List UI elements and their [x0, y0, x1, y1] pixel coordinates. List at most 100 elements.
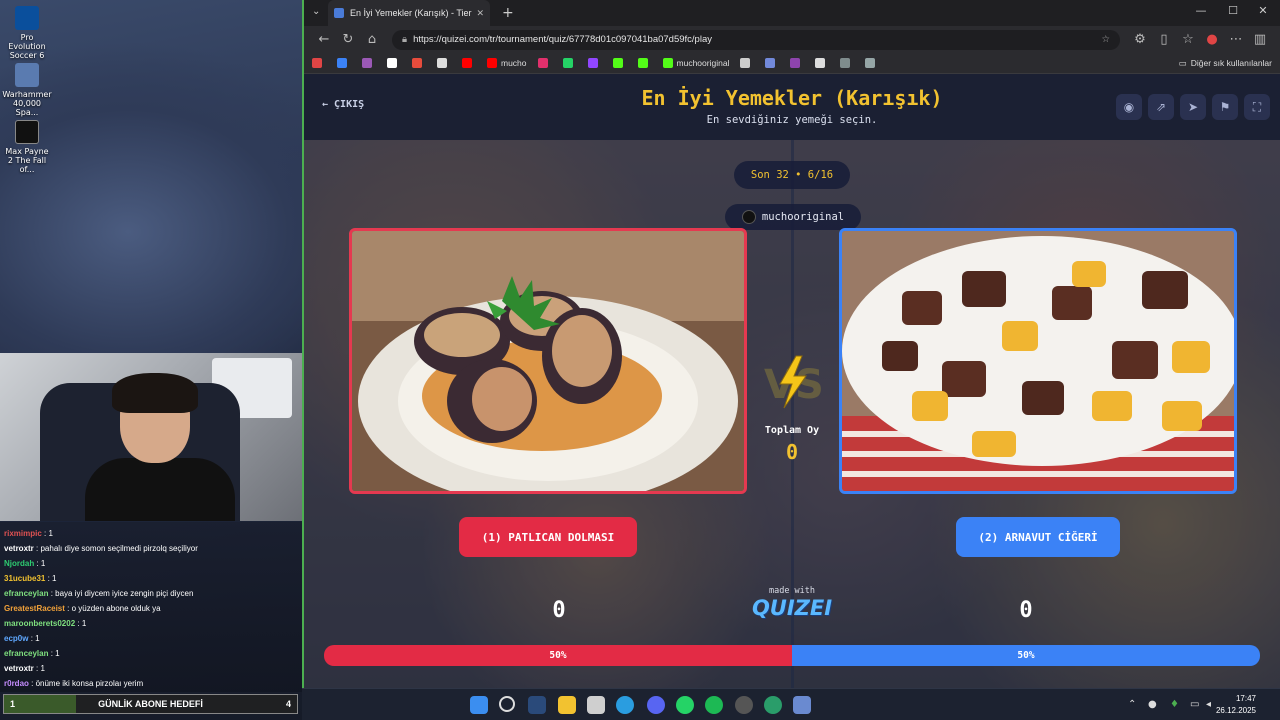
chat-text: : 1: [36, 664, 45, 673]
bookmark-item[interactable]: [765, 58, 779, 68]
bookmark-item[interactable]: [740, 58, 754, 68]
bookmark-item[interactable]: [587, 58, 602, 68]
store-icon[interactable]: [587, 696, 605, 714]
url-text: https://quizei.com/tr/tournament/quiz/67…: [413, 34, 712, 45]
discord-icon[interactable]: [647, 696, 665, 714]
send-button[interactable]: ➤: [1180, 94, 1206, 120]
share-button[interactable]: ⇗: [1148, 94, 1174, 120]
chat-username: 31ucube31: [4, 574, 46, 583]
file-explorer-icon[interactable]: [558, 696, 576, 714]
spotify-icon[interactable]: [705, 696, 723, 714]
youtube-icon: [487, 58, 497, 68]
start-windows-icon[interactable]: [470, 696, 488, 714]
kick-icon: [637, 58, 648, 68]
volume-icon[interactable]: ◂: [1206, 699, 1211, 710]
quizei-favicon-icon: [334, 8, 344, 18]
favorites-icon[interactable]: ☆: [1176, 32, 1200, 47]
more-menu-icon[interactable]: ⋯: [1224, 32, 1248, 47]
steam-icon[interactable]: [528, 696, 546, 714]
stream-chat: rixmimpic : 1 vetroxtr : pahalı diye som…: [0, 522, 302, 692]
quizei-logo[interactable]: QUIZEI: [742, 596, 842, 620]
shield-icon: [865, 58, 876, 68]
network-icon[interactable]: ▭: [1190, 699, 1199, 710]
folder-icon: ▭: [1178, 57, 1187, 68]
obs-icon[interactable]: [735, 696, 753, 714]
bookmark-item[interactable]: [412, 58, 426, 68]
tab-list-chevron-icon[interactable]: ⌄: [312, 6, 320, 17]
system-clock[interactable]: 17:47 26.12.2025: [1216, 693, 1256, 717]
desktop-shortcut-label: Max Payne 2 The Fall of...: [5, 147, 49, 174]
microphone-icon[interactable]: ♦: [1170, 699, 1179, 710]
bookmark-item[interactable]: [612, 58, 627, 68]
chat-message: r0rdao : önüme iki konsa pirzolaı yerim: [4, 676, 298, 691]
bookmark-label: mucho: [501, 58, 527, 68]
other-bookmarks-folder[interactable]: ▭ Diğer sık kullanılanlar: [1179, 58, 1272, 69]
whatsapp-icon[interactable]: [676, 696, 694, 714]
app-icon[interactable]: [764, 696, 782, 714]
bookmark-item[interactable]: muchooriginal: [662, 58, 730, 68]
url-field[interactable]: 🔒︎ https://quizei.com/tr/tournament/quiz…: [392, 29, 1120, 50]
choice-image-left[interactable]: [349, 228, 747, 494]
bookmark-item[interactable]: mucho: [487, 58, 527, 68]
desktop-shortcut-label: Warhammer 40,000 Spa...: [2, 90, 52, 117]
bookmark-item[interactable]: [840, 58, 854, 68]
bookmark-icon: [740, 58, 751, 68]
profile-avatar-icon[interactable]: ●: [1200, 32, 1224, 47]
home-icon[interactable]: ⌂: [360, 32, 384, 47]
fullscreen-button[interactable]: ⛶: [1244, 94, 1270, 120]
warhammer-icon: [15, 63, 39, 87]
chat-message: GreatestRaceist : o yüzden abone olduk y…: [4, 601, 298, 616]
new-tab-button[interactable]: +: [502, 5, 514, 21]
tab-close-icon[interactable]: ✕: [476, 8, 484, 19]
vote-split-right: 50%: [792, 645, 1260, 666]
desktop-shortcut-warhammer[interactable]: Warhammer 40,000 Spa...: [2, 63, 52, 117]
bookmark-item[interactable]: [437, 58, 451, 68]
webcam-streamer-body: [85, 458, 235, 521]
creator-badge[interactable]: muchooriginal: [725, 204, 861, 230]
eye-icon: ◉: [1123, 100, 1135, 114]
split-screen-icon[interactable]: ▯: [1152, 32, 1176, 47]
desktop-shortcut-maxpayne2[interactable]: Max Payne 2 The Fall of...: [2, 120, 52, 174]
choice-image-right[interactable]: [839, 228, 1237, 494]
bookmark-item[interactable]: [462, 58, 476, 68]
view-button[interactable]: ◉: [1116, 94, 1142, 120]
close-window-button[interactable]: ✕: [1248, 4, 1278, 17]
report-button[interactable]: ⚑: [1212, 94, 1238, 120]
favorite-star-icon[interactable]: ☆: [1101, 34, 1110, 45]
choose-right-button[interactable]: (2) ARNAVUT CİĞERİ: [956, 517, 1120, 557]
bookmark-item[interactable]: [337, 58, 351, 68]
chat-message: ecp0w : 1: [4, 631, 298, 646]
choose-left-button[interactable]: (1) PATLICAN DOLMASI: [459, 517, 637, 557]
kick-icon: [662, 58, 673, 68]
back-arrow-icon[interactable]: ←: [312, 32, 336, 47]
chat-text: : pahalı diye somon seçilmedi pirzolq se…: [36, 544, 198, 553]
bookmark-item[interactable]: [362, 58, 376, 68]
pes6-icon: [15, 6, 39, 30]
bookmark-item[interactable]: [387, 58, 401, 68]
tab-active[interactable]: En İyi Yemekler (Karışık) - Tier List...…: [328, 0, 490, 26]
bookmark-item[interactable]: [637, 58, 652, 68]
maximize-button[interactable]: ☐: [1218, 4, 1248, 17]
search-icon[interactable]: [499, 696, 515, 712]
bookmark-item[interactable]: [562, 58, 577, 68]
desktop-shortcut-pes6[interactable]: Pro Evolution Soccer 6: [2, 6, 52, 60]
bookmark-item[interactable]: [815, 58, 829, 68]
bookmark-icon: [412, 58, 422, 68]
refresh-icon[interactable]: ↻: [336, 32, 360, 47]
twitch-icon: [587, 58, 598, 68]
bookmark-label: muchooriginal: [676, 58, 730, 68]
extensions-icon[interactable]: ⚙: [1128, 32, 1152, 47]
tm-icon: [815, 58, 826, 68]
app-icon[interactable]: [793, 696, 811, 714]
bookmark-item[interactable]: [537, 58, 552, 68]
tray-app-icon[interactable]: ●: [1148, 699, 1157, 710]
bookmark-icon: [337, 58, 347, 68]
sidebar-toggle-icon[interactable]: ▥: [1248, 32, 1272, 47]
chat-message: efranceylan : baya iyi diycem iyice zeng…: [4, 586, 298, 601]
minimize-button[interactable]: —: [1186, 4, 1216, 17]
edge-icon[interactable]: [616, 696, 634, 714]
bookmark-item[interactable]: [790, 58, 804, 68]
bookmark-item[interactable]: [312, 58, 326, 68]
tray-chevron-icon[interactable]: ⌃: [1128, 699, 1136, 710]
bookmark-item[interactable]: [865, 58, 879, 68]
